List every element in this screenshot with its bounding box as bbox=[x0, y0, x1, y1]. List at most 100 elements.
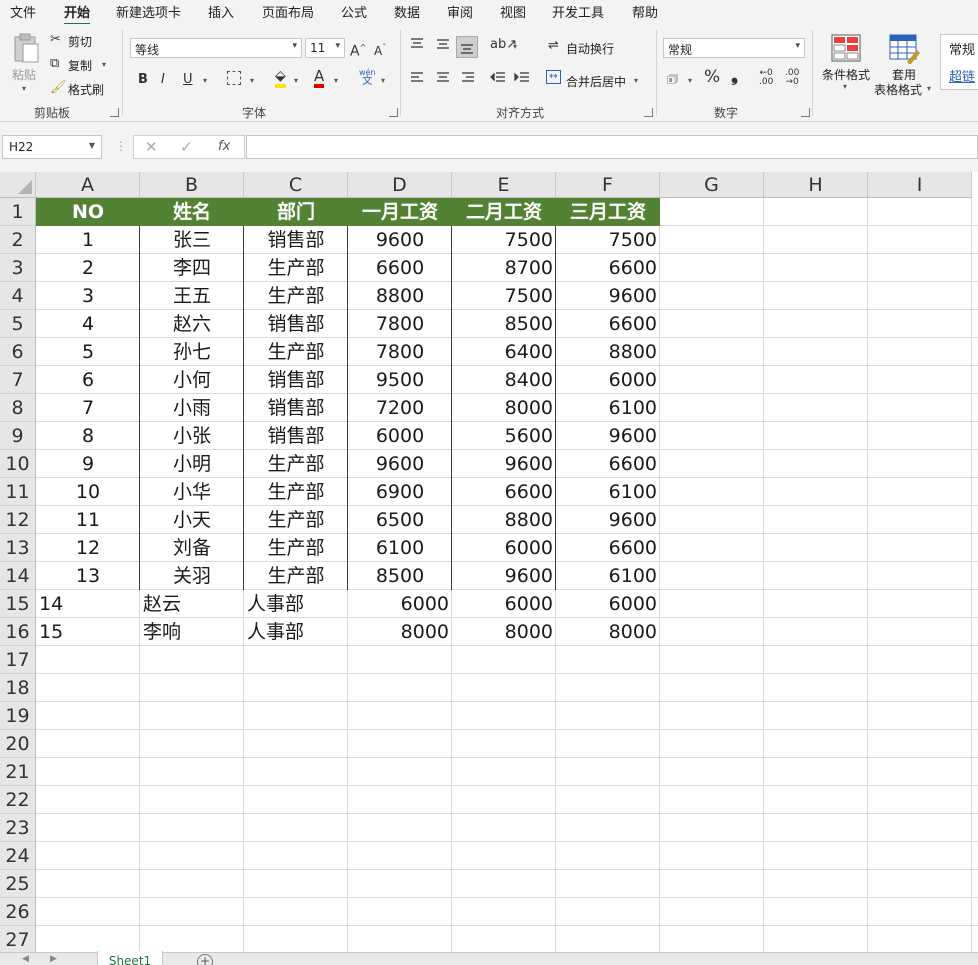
data-cell[interactable]: 6000 bbox=[556, 590, 660, 618]
table-cell[interactable]: 5600 bbox=[452, 422, 556, 450]
align-middle-icon[interactable] bbox=[436, 38, 450, 50]
data-cell[interactable]: 人事部 bbox=[244, 590, 348, 618]
row-header-15[interactable]: 15 bbox=[0, 590, 36, 618]
decrease-decimal-icon[interactable]: .00 →0 bbox=[785, 69, 799, 87]
row-header-23[interactable]: 23 bbox=[0, 814, 36, 842]
table-cell[interactable]: 7800 bbox=[348, 338, 452, 366]
chevron-down-icon[interactable]: ▾ bbox=[513, 42, 517, 51]
insert-function-icon[interactable]: fx bbox=[218, 139, 230, 154]
dialog-launcher-icon[interactable] bbox=[644, 108, 653, 117]
more-options-icon[interactable]: ⋮ bbox=[115, 139, 127, 153]
table-cell[interactable]: 关羽 bbox=[140, 562, 244, 590]
comma-style-icon[interactable]: ❟ bbox=[731, 67, 738, 85]
table-cell[interactable]: 9600 bbox=[556, 506, 660, 534]
table-cell[interactable]: 6000 bbox=[556, 366, 660, 394]
data-cell[interactable]: 6000 bbox=[452, 590, 556, 618]
table-cell[interactable]: 王五 bbox=[140, 282, 244, 310]
chevron-down-icon[interactable]: ▾ bbox=[334, 76, 338, 85]
decrease-indent-icon[interactable] bbox=[490, 71, 506, 85]
data-cell[interactable]: 8000 bbox=[452, 618, 556, 646]
data-cell[interactable]: 15 bbox=[36, 618, 140, 646]
tab-insert[interactable]: 插入 bbox=[208, 2, 234, 21]
table-cell[interactable]: 孙七 bbox=[140, 338, 244, 366]
tab-page-layout[interactable]: 页面布局 bbox=[262, 2, 314, 21]
table-cell[interactable]: 生产部 bbox=[244, 534, 348, 562]
font-name-select[interactable]: 等线 ▾ bbox=[130, 38, 302, 58]
row-header-19[interactable]: 19 bbox=[0, 702, 36, 730]
dialog-launcher-icon[interactable] bbox=[389, 108, 398, 117]
column-header-d[interactable]: D bbox=[348, 172, 452, 198]
table-cell[interactable]: 小雨 bbox=[140, 394, 244, 422]
style-normal[interactable]: 常规 bbox=[949, 39, 975, 58]
format-painter-button[interactable]: 格式刷 bbox=[68, 81, 104, 98]
worksheet-grid[interactable]: A B C D E F G H I 1 2 3 4 5 6 7 8 9 10 11 12 13 14 15 16 17 18 19 20… bbox=[0, 172, 978, 952]
format-as-table-button[interactable]: 套用 表格格式 ▾ bbox=[874, 32, 936, 100]
copy-button[interactable]: 复制 bbox=[68, 57, 92, 74]
row-header-9[interactable]: 9 bbox=[0, 422, 36, 450]
table-cell[interactable]: 11 bbox=[36, 506, 140, 534]
table-cell[interactable]: 7500 bbox=[556, 226, 660, 254]
table-cell[interactable]: 销售部 bbox=[244, 226, 348, 254]
table-cell[interactable]: 6600 bbox=[452, 478, 556, 506]
sheet-tab-sheet1[interactable]: Sheet1 bbox=[97, 951, 163, 965]
chevron-down-icon[interactable]: ▾ bbox=[102, 60, 106, 69]
table-cell[interactable]: 6600 bbox=[556, 534, 660, 562]
chevron-down-icon[interactable]: ▾ bbox=[634, 76, 638, 85]
align-bottom-button[interactable] bbox=[456, 36, 478, 58]
table-cell[interactable]: 6100 bbox=[556, 478, 660, 506]
column-header-c[interactable]: C bbox=[244, 172, 348, 198]
table-cell[interactable]: 6100 bbox=[348, 534, 452, 562]
table-cell[interactable]: 6000 bbox=[452, 534, 556, 562]
table-cell[interactable]: 12 bbox=[36, 534, 140, 562]
table-cell[interactable]: 2 bbox=[36, 254, 140, 282]
table-cell[interactable]: 7800 bbox=[348, 310, 452, 338]
row-header-24[interactable]: 24 bbox=[0, 842, 36, 870]
table-cell[interactable]: 生产部 bbox=[244, 562, 348, 590]
align-center-icon[interactable] bbox=[436, 72, 450, 84]
tab-formulas[interactable]: 公式 bbox=[341, 2, 367, 21]
table-cell[interactable]: 小天 bbox=[140, 506, 244, 534]
table-cell[interactable]: 小明 bbox=[140, 450, 244, 478]
table-cell[interactable]: 1 bbox=[36, 226, 140, 254]
scroll-sheets-right-icon[interactable]: ▶ bbox=[50, 954, 57, 964]
row-header-22[interactable]: 22 bbox=[0, 786, 36, 814]
table-cell[interactable]: 13 bbox=[36, 562, 140, 590]
table-cell[interactable]: 8000 bbox=[452, 394, 556, 422]
table-cell[interactable]: 10 bbox=[36, 478, 140, 506]
increase-font-icon[interactable]: A^ bbox=[350, 40, 366, 60]
table-cell[interactable]: 生产部 bbox=[244, 450, 348, 478]
table-header-cell[interactable]: 部门 bbox=[244, 198, 348, 226]
table-cell[interactable]: 8800 bbox=[452, 506, 556, 534]
chevron-down-icon[interactable]: ▾ bbox=[294, 76, 298, 85]
chevron-down-icon[interactable]: ▾ bbox=[250, 76, 254, 85]
table-cell[interactable]: 8 bbox=[36, 422, 140, 450]
column-header-g[interactable]: G bbox=[660, 172, 764, 198]
italic-icon[interactable]: I bbox=[161, 72, 165, 88]
row-header-25[interactable]: 25 bbox=[0, 870, 36, 898]
scroll-sheets-left-icon[interactable]: ◀ bbox=[22, 954, 29, 964]
row-header-8[interactable]: 8 bbox=[0, 394, 36, 422]
table-cell[interactable]: 8700 bbox=[452, 254, 556, 282]
table-cell[interactable]: 4 bbox=[36, 310, 140, 338]
enter-icon[interactable]: ✓ bbox=[180, 138, 193, 156]
align-left-icon[interactable] bbox=[410, 72, 424, 84]
row-header-2[interactable]: 2 bbox=[0, 226, 36, 254]
phonetic-guide-icon[interactable]: wén 文 bbox=[359, 68, 376, 87]
table-cell[interactable]: 9600 bbox=[452, 562, 556, 590]
row-header-1[interactable]: 1 bbox=[0, 198, 36, 226]
row-header-21[interactable]: 21 bbox=[0, 758, 36, 786]
table-cell[interactable]: 张三 bbox=[140, 226, 244, 254]
row-header-20[interactable]: 20 bbox=[0, 730, 36, 758]
data-cell[interactable]: 人事部 bbox=[244, 618, 348, 646]
number-format-select[interactable]: 常规 ▾ bbox=[663, 38, 805, 58]
table-cell[interactable]: 销售部 bbox=[244, 394, 348, 422]
tab-review[interactable]: 审阅 bbox=[447, 2, 473, 21]
table-cell[interactable]: 9600 bbox=[348, 226, 452, 254]
column-header-b[interactable]: B bbox=[140, 172, 244, 198]
row-header-11[interactable]: 11 bbox=[0, 478, 36, 506]
table-cell[interactable]: 7500 bbox=[452, 226, 556, 254]
merge-center-button[interactable]: 合并后居中 bbox=[566, 73, 626, 90]
table-cell[interactable]: 7500 bbox=[452, 282, 556, 310]
table-cell[interactable]: 3 bbox=[36, 282, 140, 310]
table-cell[interactable]: 6900 bbox=[348, 478, 452, 506]
